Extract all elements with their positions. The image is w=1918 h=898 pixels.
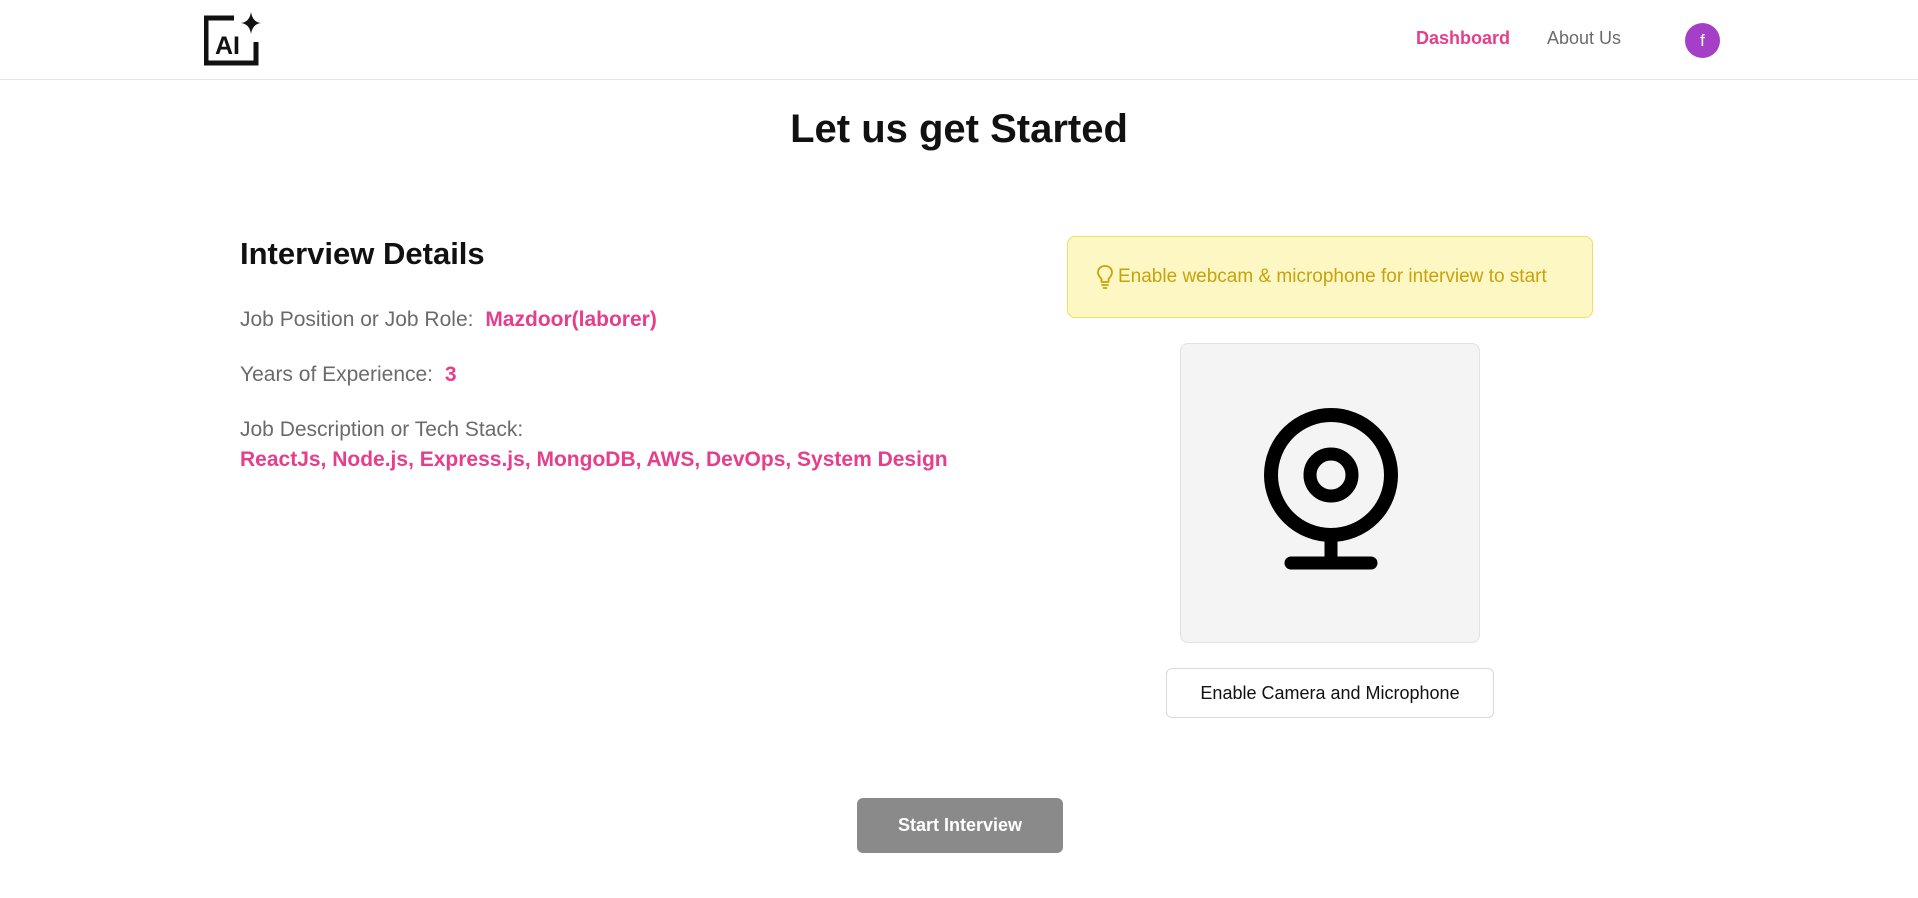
lightbulb-icon bbox=[1097, 265, 1113, 289]
enable-camera-button[interactable]: Enable Camera and Microphone bbox=[1166, 668, 1494, 718]
avatar-initial: f bbox=[1700, 30, 1705, 50]
experience-value: 3 bbox=[444, 363, 457, 386]
interview-details-heading: Interview Details bbox=[240, 236, 485, 271]
webcam-icon bbox=[1264, 408, 1398, 570]
webcam-notice-text: Enable webcam & microphone for interview… bbox=[1118, 266, 1547, 287]
job-role-label: Job Position or Job Role: bbox=[240, 308, 474, 331]
webcam-notice: Enable webcam & microphone for interview… bbox=[1067, 236, 1593, 318]
job-role-value: Mazdoor(laborer) bbox=[485, 308, 657, 331]
nav-dashboard-link[interactable]: Dashboard bbox=[1416, 28, 1510, 49]
ai-sparkle-logo-icon: AI bbox=[203, 12, 261, 66]
job-description-label: Job Description or Tech Stack: bbox=[240, 418, 524, 441]
job-description-value: ReactJs, Node.js, Express.js, MongoDB, A… bbox=[240, 448, 948, 471]
start-interview-button[interactable]: Start Interview bbox=[857, 798, 1063, 853]
logo-text: AI bbox=[215, 32, 240, 60]
user-avatar[interactable]: f bbox=[1685, 23, 1720, 58]
top-navbar: AI Dashboard About Us f bbox=[0, 0, 1918, 80]
logo[interactable]: AI bbox=[203, 12, 262, 66]
nav-about-link[interactable]: About Us bbox=[1547, 28, 1621, 49]
webcam-preview bbox=[1180, 343, 1480, 643]
job-role-row: Job Position or Job Role: Mazdoor(labore… bbox=[240, 308, 657, 332]
page-title: Let us get Started bbox=[790, 107, 1128, 151]
experience-row: Years of Experience: 3 bbox=[240, 363, 457, 387]
experience-label: Years of Experience: bbox=[240, 363, 434, 386]
